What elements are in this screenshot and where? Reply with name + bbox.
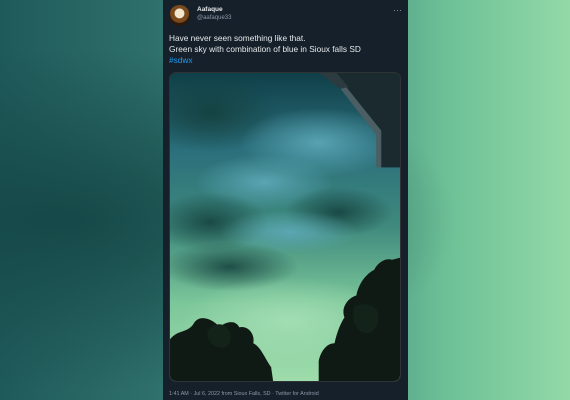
tweet-text: Have never seen something like that. Gre… (169, 33, 402, 67)
tweet-timestamp[interactable]: 1:41 AM · Jul 6, 2022 from Sioux Falls, … (169, 391, 319, 397)
tweet-text-line: Have never seen something like that. (169, 33, 306, 43)
tweet-header: Aafaque @aafaque33 ··· (169, 5, 402, 27)
author-name[interactable]: Aafaque (197, 6, 223, 13)
tweet-card: Aafaque @aafaque33 ··· Have never seen s… (163, 0, 408, 400)
more-horizontal-icon[interactable]: ··· (393, 6, 402, 15)
author-handle[interactable]: @aafaque33 (197, 15, 231, 21)
avatar[interactable] (169, 5, 190, 26)
storm-sky-photo (170, 73, 400, 381)
hashtag-link[interactable]: #sdwx (169, 55, 402, 66)
tweet-photo[interactable] (169, 72, 401, 382)
tweet-text-line: Green sky with combination of blue in Si… (169, 44, 361, 55)
